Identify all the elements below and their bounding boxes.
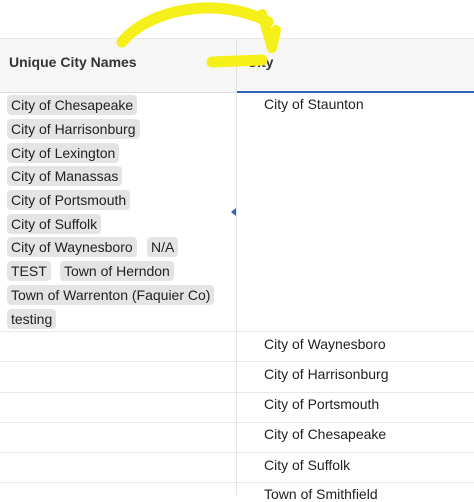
city-cell[interactable]: City of Staunton [264,96,364,112]
city-chip[interactable]: TEST [7,261,51,281]
city-chip[interactable]: City of Lexington [7,143,120,163]
city-chip[interactable]: Town of Herndon [60,261,174,281]
row-divider [0,422,474,423]
row-divider [0,482,474,483]
row-divider [0,392,474,393]
city-cell[interactable]: City of Harrisonburg [264,366,389,382]
column-divider[interactable] [236,39,237,92]
city-cell[interactable]: City of Suffolk [264,457,350,473]
city-cell[interactable]: City of Portsmouth [264,396,379,412]
selected-column-indicator [237,91,474,93]
city-cell[interactable]: City of Waynesboro [264,336,386,352]
column-header-city[interactable]: City [247,39,273,92]
row-divider [0,361,474,362]
row-divider [0,331,474,332]
city-chip[interactable]: N/A [147,237,179,257]
column-header-unique-city-names[interactable]: Unique City Names [9,39,137,92]
resize-handle-icon[interactable] [231,208,236,216]
city-cell[interactable]: Town of Smithfield [264,486,378,502]
city-chip[interactable]: City of Manassas [7,166,123,186]
row-divider [0,452,474,453]
city-chip[interactable]: City of Suffolk [7,214,102,234]
city-chip[interactable]: City of Waynesboro [7,237,137,257]
city-chip[interactable]: City of Portsmouth [7,190,131,210]
grid-header: Unique City Names City [0,38,474,93]
city-chip[interactable]: City of Harrisonburg [7,119,140,139]
top-area [0,0,474,38]
city-chip[interactable]: City of Chesapeake [7,95,138,115]
city-chip[interactable]: testing [7,309,57,329]
data-grid: Unique City Names City City of Chesapeak… [0,0,474,502]
column-separator [236,93,237,495]
city-chip[interactable]: Town of Warrenton (Faquier Co) [7,285,215,305]
city-cell[interactable]: City of Chesapeake [264,426,386,442]
